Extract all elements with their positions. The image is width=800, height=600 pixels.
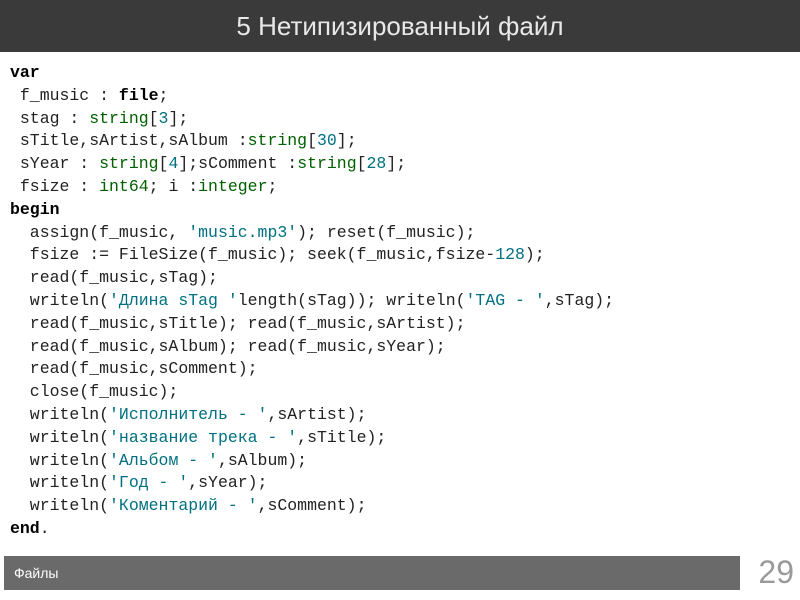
wr1-r: ,sTag); [545, 291, 614, 310]
decl-syear: sYear : [10, 154, 99, 173]
str-dlina: 'Длина sTag ' [109, 291, 238, 310]
w-artist-r: ,sArtist); [267, 405, 366, 424]
lbr: [ [149, 109, 159, 128]
rbr: ] [337, 131, 347, 150]
type-string: string [297, 154, 356, 173]
read-stag: read(f_music,sTag); [10, 268, 218, 287]
semi: ; [267, 177, 277, 196]
str-album: 'Альбом - ' [109, 451, 218, 470]
str-title: 'название трека - ' [109, 428, 297, 447]
slide-title: 5 Нетипизированный файл [0, 0, 800, 52]
code-block: var f_music : file; stag : string[3]; sT… [0, 52, 800, 545]
i-decl: ; i : [149, 177, 199, 196]
rbr: ] [168, 109, 178, 128]
str-music: 'music.mp3' [188, 223, 297, 242]
str-year: 'Год - ' [109, 473, 188, 492]
footer: Файлы 29 [0, 554, 800, 592]
decl-fsize: fsize : [10, 177, 99, 196]
type-string: string [99, 154, 158, 173]
close: close(f_music); [10, 382, 178, 401]
w-artist-l: writeln( [10, 405, 109, 424]
read2: read(f_music,sTitle); read(f_music,sArti… [10, 314, 465, 333]
rbr: ] [178, 154, 188, 173]
str-tag: 'TAG - ' [466, 291, 545, 310]
type-int64: int64 [99, 177, 149, 196]
decl-title: sTitle,sArtist,sAlbum : [10, 131, 248, 150]
w-comment-r: ,sComment); [258, 496, 367, 515]
num-4: 4 [168, 154, 178, 173]
kw-var: var [10, 63, 40, 82]
type-string: string [89, 109, 148, 128]
w-album-l: writeln( [10, 451, 109, 470]
lbr: [ [159, 154, 169, 173]
w-year-r: ,sYear); [188, 473, 267, 492]
num-28: 28 [367, 154, 387, 173]
assign-l: assign(f_music, [10, 223, 188, 242]
decl-stag: stag : [10, 109, 89, 128]
read4: read(f_music,sComment); [10, 359, 258, 378]
w-album-r: ,sAlbum); [218, 451, 307, 470]
num-128: 128 [495, 245, 525, 264]
str-comment: 'Коментарий - ' [109, 496, 258, 515]
decl-fmusic: f_music : [10, 86, 119, 105]
fsize-l: fsize := FileSize(f_music); seek(f_music… [10, 245, 495, 264]
semi: ; [347, 131, 357, 150]
scomment-lbl: ;sComment : [188, 154, 297, 173]
footer-label: Файлы [4, 556, 740, 590]
type-file: file [119, 86, 159, 105]
semi: ; [396, 154, 406, 173]
w-comment-l: writeln( [10, 496, 109, 515]
read3: read(f_music,sAlbum); read(f_music,sYear… [10, 337, 446, 356]
wr1-l: writeln( [10, 291, 109, 310]
kw-end: end [10, 519, 40, 538]
num-30: 30 [317, 131, 337, 150]
wr1-m: length(sTag)); writeln( [238, 291, 466, 310]
w-title-r: ,sTitle); [297, 428, 386, 447]
semi: ; [178, 109, 188, 128]
lbr: [ [357, 154, 367, 173]
str-artist: 'Исполнитель - ' [109, 405, 267, 424]
rbr: ] [386, 154, 396, 173]
num-3: 3 [159, 109, 169, 128]
kw-begin: begin [10, 200, 60, 219]
w-year-l: writeln( [10, 473, 109, 492]
page-number: 29 [758, 554, 794, 591]
assign-r: ); reset(f_music); [297, 223, 475, 242]
type-string: string [248, 131, 307, 150]
dot: . [40, 519, 50, 538]
type-integer: integer [198, 177, 267, 196]
semi: ; [159, 86, 169, 105]
fsize-r: ); [525, 245, 545, 264]
lbr: [ [307, 131, 317, 150]
w-title-l: writeln( [10, 428, 109, 447]
